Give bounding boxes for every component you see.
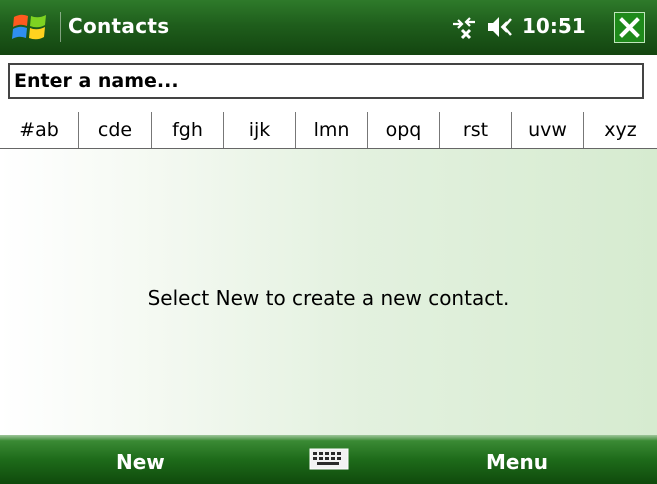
- alpha-tab-xyz[interactable]: xyz: [584, 112, 657, 148]
- alpha-tab-rst[interactable]: rst: [440, 112, 512, 148]
- menu-softkey[interactable]: Menu: [486, 450, 548, 474]
- app-title: Contacts: [68, 14, 170, 38]
- connectivity-off-icon[interactable]: [449, 12, 479, 42]
- search-row: [0, 55, 657, 112]
- contact-list-area[interactable]: Select New to create a new contact.: [0, 149, 657, 435]
- alpha-tab-ab[interactable]: #ab: [0, 112, 79, 148]
- close-button[interactable]: [614, 12, 645, 43]
- clock[interactable]: 10:51: [522, 14, 586, 38]
- alpha-tab-uvw[interactable]: uvw: [512, 112, 584, 148]
- softkey-bar: New Menu: [0, 435, 657, 484]
- alpha-tab-fgh[interactable]: fgh: [152, 112, 224, 148]
- name-search-input[interactable]: [8, 63, 644, 99]
- start-button[interactable]: [6, 6, 54, 48]
- close-x-icon: [619, 17, 640, 38]
- new-softkey[interactable]: New: [116, 450, 165, 474]
- alpha-tab-lmn[interactable]: lmn: [296, 112, 368, 148]
- title-separator: [60, 12, 61, 42]
- alpha-tab-ijk[interactable]: ijk: [224, 112, 296, 148]
- alpha-tab-cde[interactable]: cde: [79, 112, 152, 148]
- empty-list-message: Select New to create a new contact.: [147, 286, 510, 310]
- title-bar: Contacts 10:51: [0, 0, 657, 55]
- speaker-icon[interactable]: [485, 13, 517, 41]
- contacts-screen: Contacts 10:51 #ab cde fgh ijk lmn opq r…: [0, 0, 657, 484]
- alphabet-tab-bar: #ab cde fgh ijk lmn opq rst uvw xyz: [0, 112, 657, 149]
- windows-start-icon: [12, 14, 46, 40]
- keyboard-icon[interactable]: [309, 447, 349, 471]
- alpha-tab-opq[interactable]: opq: [368, 112, 440, 148]
